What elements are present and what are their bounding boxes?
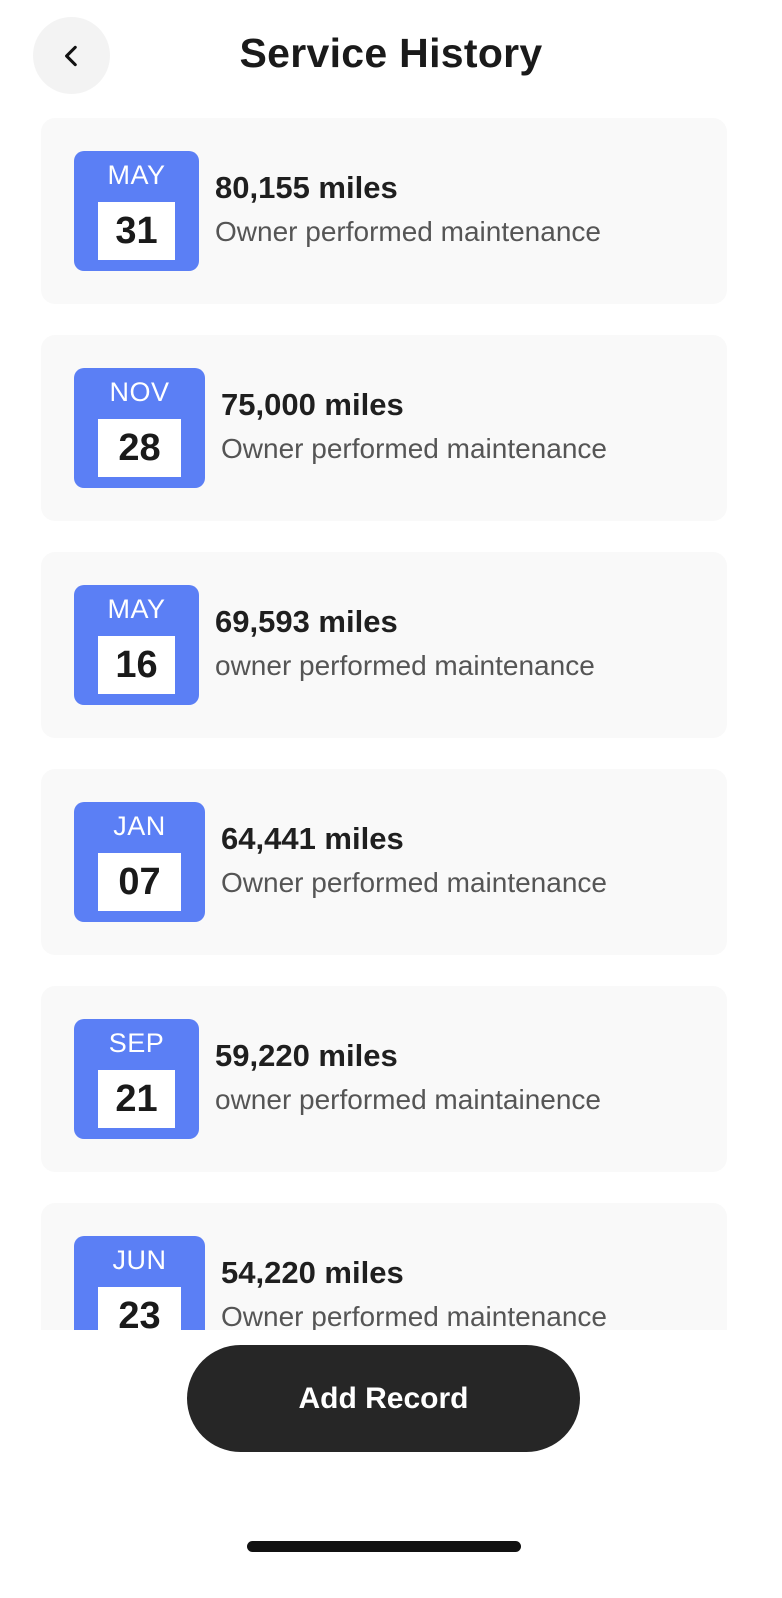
record-description: Owner performed maintenance — [221, 867, 607, 898]
record-text: 69,593 miles owner performed maintenance — [215, 604, 595, 682]
record-miles: 69,593 miles — [215, 604, 398, 639]
record-description: owner performed maintainence — [215, 1084, 601, 1115]
add-record-button[interactable]: Add Record — [187, 1345, 580, 1452]
date-day: 28 — [98, 419, 181, 477]
date-badge: MAY 16 — [74, 585, 199, 705]
record-description: Owner performed maintenance — [221, 433, 607, 464]
date-day: 21 — [98, 1070, 175, 1128]
record-miles: 64,441 miles — [221, 821, 404, 856]
date-badge: MAY 31 — [74, 151, 199, 271]
date-badge: SEP 21 — [74, 1019, 199, 1139]
record-card[interactable]: SEP 21 59,220 miles owner performed main… — [41, 986, 727, 1172]
record-text: 54,220 miles Owner performed maintenance — [221, 1255, 607, 1330]
date-day: 23 — [98, 1287, 181, 1330]
record-card[interactable]: MAY 31 80,155 miles Owner performed main… — [41, 118, 727, 304]
record-card[interactable]: JUN 23 54,220 miles Owner performed main… — [41, 1203, 727, 1330]
record-card[interactable]: MAY 16 69,593 miles owner performed main… — [41, 552, 727, 738]
page-title: Service History — [239, 30, 543, 76]
record-text: 64,441 miles Owner performed maintenance — [221, 821, 607, 899]
record-text: 80,155 miles Owner performed maintenance — [215, 170, 601, 248]
record-miles: 75,000 miles — [221, 387, 404, 422]
header: Service History — [0, 0, 782, 112]
date-day: 31 — [98, 202, 175, 260]
record-text: 75,000 miles Owner performed maintenance — [221, 387, 607, 465]
record-miles: 80,155 miles — [215, 170, 398, 205]
date-badge: JUN 23 — [74, 1236, 205, 1330]
record-miles: 59,220 miles — [215, 1038, 398, 1073]
record-card[interactable]: NOV 28 75,000 miles Owner performed main… — [41, 335, 727, 521]
date-month: SEP — [108, 1028, 165, 1058]
date-day: 16 — [98, 636, 175, 694]
date-day: 07 — [98, 853, 181, 911]
record-text: 59,220 miles owner performed maintainenc… — [215, 1038, 601, 1116]
date-month: MAY — [107, 160, 166, 190]
date-month: MAY — [107, 594, 166, 624]
service-record-list[interactable]: MAY 31 80,155 miles Owner performed main… — [0, 112, 782, 1330]
record-miles: 54,220 miles — [221, 1255, 404, 1290]
date-badge: NOV 28 — [74, 368, 205, 488]
date-badge: JAN 07 — [74, 802, 205, 922]
record-description: owner performed maintenance — [215, 650, 595, 681]
date-month: NOV — [109, 377, 170, 407]
date-month: JUN — [112, 1245, 167, 1275]
record-description: Owner performed maintenance — [221, 1301, 607, 1330]
record-card[interactable]: JAN 07 64,441 miles Owner performed main… — [41, 769, 727, 955]
service-history-screen: Service History MAY 31 80,155 miles Owne… — [0, 0, 782, 1598]
home-indicator — [247, 1541, 521, 1552]
date-month: JAN — [113, 811, 166, 841]
record-description: Owner performed maintenance — [215, 216, 601, 247]
